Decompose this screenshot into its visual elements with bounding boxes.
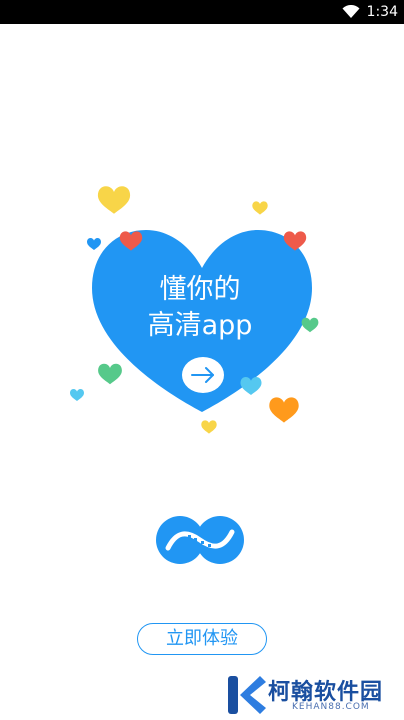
small-heart-icon: [98, 363, 122, 385]
hero-title-line2: 高清app: [147, 310, 253, 341]
watermark-logo-icon: [228, 676, 266, 714]
watermark-domain: KEHAN88.COM: [292, 702, 370, 712]
site-watermark: 柯翰软件园 KEHAN88.COM: [222, 670, 404, 720]
try-now-button[interactable]: 立即体验: [137, 623, 267, 655]
small-heart-icon: [252, 201, 268, 215]
next-arrow-button[interactable]: [181, 356, 225, 394]
app-logo-icon: [156, 516, 244, 564]
hero-illustration: [70, 186, 319, 434]
hero-title-line1: 懂你的: [159, 274, 241, 305]
small-heart-icon: [70, 389, 84, 401]
small-heart-icon: [87, 238, 101, 250]
small-heart-icon: [301, 317, 319, 333]
small-heart-icon: [269, 397, 299, 423]
small-heart-icon: [201, 420, 217, 434]
small-heart-icon: [97, 186, 131, 214]
